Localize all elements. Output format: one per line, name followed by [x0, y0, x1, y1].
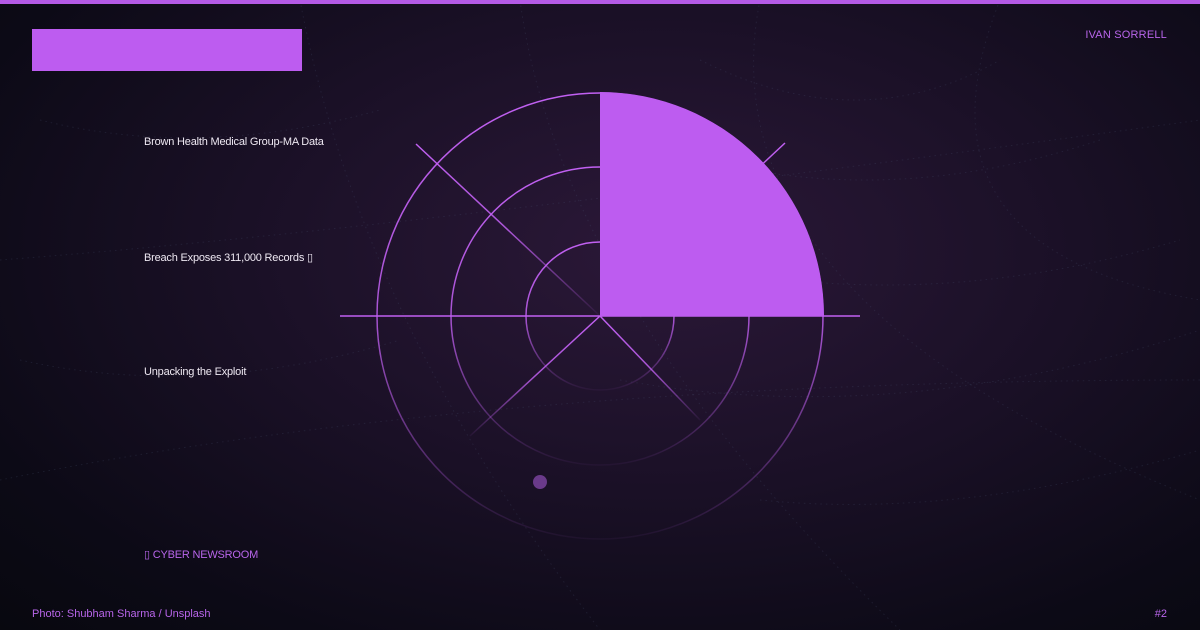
page-number: #2 — [1154, 608, 1167, 620]
radar-sweep-sector — [600, 92, 824, 316]
photo-credit: Photo: Shubham Sharma / Unsplash — [32, 608, 211, 620]
radar-diagonal-lower-left — [469, 315, 601, 437]
radar-diagonal-lower-right — [599, 315, 701, 421]
radar-graphic — [340, 92, 860, 540]
newsroom-label: ▯ CYBER NEWSROOM — [144, 549, 259, 561]
radar-blip — [533, 475, 547, 489]
